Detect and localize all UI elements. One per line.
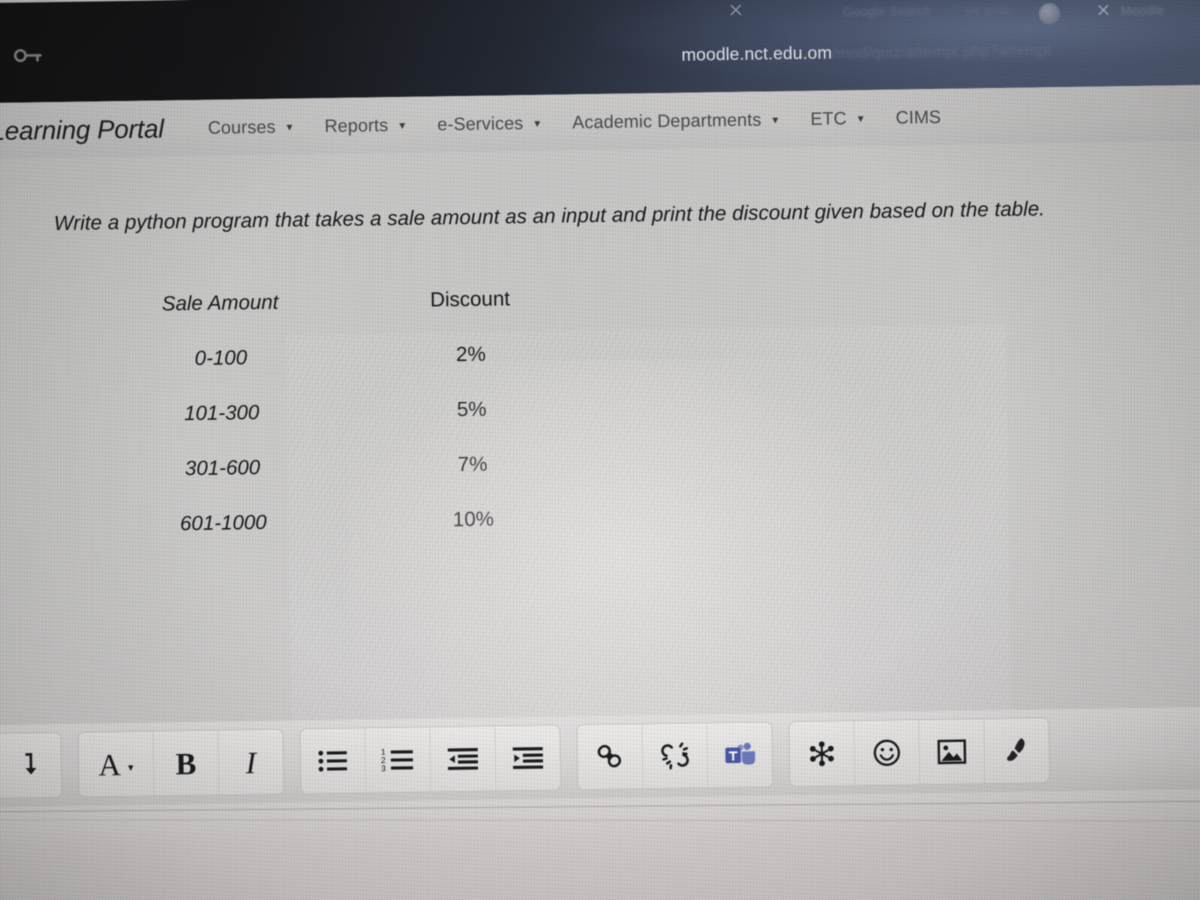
chevron-down-icon: ▼ — [397, 120, 408, 132]
nav-item-courses[interactable]: Courses ▼ — [208, 116, 295, 138]
chevron-down-icon: ▼ — [770, 114, 781, 126]
photo-of-screen: plus-icon Google Search pe pour Moodle — [0, 0, 1200, 900]
image-icon — [937, 739, 967, 765]
bold-icon: B — [175, 745, 197, 781]
bold-button[interactable]: B — [153, 730, 220, 796]
key-icon[interactable] — [11, 46, 45, 65]
nav-label-cims: CIMS — [895, 106, 942, 128]
italic-icon: I — [245, 744, 257, 780]
font-style-icon: A — [98, 746, 122, 782]
question-text: Write a python program that takes a sale… — [53, 197, 1046, 236]
nav-item-e-services[interactable]: e-Services ▼ — [437, 112, 542, 135]
nav-label-e-services: e-Services — [437, 112, 524, 134]
nav-label-academic-departments: Academic Departments — [572, 109, 762, 132]
cell-discount: 10% — [452, 507, 495, 532]
table-header-row: Sale Amount Discount — [55, 285, 656, 349]
quiz-question-area: Write a python program that takes a sale… — [0, 140, 1200, 895]
bulleted-list-button[interactable] — [300, 728, 367, 794]
table-row: 301-600 7% — [57, 450, 658, 514]
tab-title-ghost[interactable]: Google Search — [843, 4, 932, 19]
equation-editor-button[interactable] — [789, 721, 856, 787]
cell-sale-amount: 601-1000 — [179, 510, 267, 536]
chevron-down-icon: ▼ — [284, 122, 295, 134]
cell-discount: 5% — [456, 397, 487, 422]
chevron-down-icon: ▾ — [127, 761, 134, 774]
screen-surface: plus-icon Google Search pe pour Moodle — [0, 0, 1200, 900]
divider — [0, 819, 1200, 822]
clear-formatting-button[interactable] — [984, 718, 1049, 783]
outdent-icon — [447, 748, 479, 770]
paintbrush-icon — [1007, 738, 1025, 761]
numbered-list-button[interactable]: 1 2 3 — [365, 727, 432, 793]
equation-snowflake-icon — [809, 741, 834, 767]
link-icon — [597, 744, 622, 768]
italic-button[interactable]: I — [218, 730, 283, 795]
insert-image-button[interactable] — [919, 719, 986, 785]
page-below-toolbar — [0, 788, 1200, 900]
address-bar[interactable]: moodle.nct.edu.om/mod/quiz/attempt.php?a… — [681, 39, 1051, 70]
nav-item-academic-departments[interactable]: Academic Departments ▼ — [572, 109, 780, 133]
nav-label-courses: Courses — [207, 116, 276, 138]
cell-sale-amount: 101-300 — [183, 401, 260, 426]
cell-discount: 2% — [455, 342, 486, 367]
indent-icon — [512, 747, 544, 770]
discount-table: Sale Amount Discount 0-100 2% 101-300 5%… — [55, 285, 659, 569]
nav-item-cims[interactable]: CIMS — [896, 106, 942, 128]
table-row: 601-1000 10% — [58, 505, 659, 569]
toolbar-group-format: A ▾ B I — [77, 728, 285, 798]
table-row: 0-100 2% — [56, 340, 657, 404]
insert-link-button[interactable] — [577, 724, 644, 790]
cell-discount: 7% — [457, 452, 488, 477]
unlink-icon — [661, 742, 689, 770]
close-icon-right[interactable] — [1097, 3, 1110, 16]
column-header-sale-amount: Sale Amount — [161, 290, 279, 316]
brand-learning-portal[interactable]: Learning Portal — [0, 113, 164, 147]
nav-label-etc: ETC — [810, 107, 847, 129]
cell-sale-amount: 0-100 — [194, 346, 248, 371]
toolbar-group-insert — [788, 717, 1051, 788]
avatar[interactable] — [1038, 3, 1061, 25]
insert-emoji-button[interactable] — [854, 720, 921, 786]
nav-label-reports: Reports — [324, 114, 389, 136]
table-row: 101-300 5% — [57, 395, 658, 459]
smiley-icon — [873, 739, 901, 766]
paragraph-style[interactable]: A ▾ — [78, 731, 155, 797]
teams-icon — [725, 742, 756, 765]
numbered-list-icon: 1 2 3 — [381, 747, 414, 773]
remove-link-button[interactable] — [642, 723, 709, 789]
show-more-buttons[interactable] — [0, 733, 61, 798]
outdent-button[interactable] — [430, 726, 497, 792]
chevron-down-icon: ▼ — [532, 118, 543, 130]
nav-item-etc[interactable]: ETC ▼ — [810, 108, 866, 130]
url-path: /mod/quiz/attempt.php?attempt — [831, 42, 1052, 63]
bulleted-list-icon — [318, 750, 348, 772]
microsoft-teams-button[interactable] — [707, 722, 772, 787]
toolbar-group-lists: 1 2 3 — [299, 724, 562, 795]
cell-sale-amount: 301-600 — [184, 456, 261, 481]
nav-item-reports[interactable]: Reports ▼ — [324, 114, 407, 136]
chevron-down-icon: ▼ — [855, 113, 866, 125]
toolbar-group-expand — [0, 732, 63, 800]
tab-label-right[interactable]: Moodle — [1121, 4, 1165, 19]
close-icon[interactable] — [729, 3, 743, 17]
tab-title-ghost-secondary[interactable]: pe pour — [966, 3, 1011, 18]
url-host: moodle.nct.edu.om — [681, 42, 833, 65]
column-header-discount: Discount — [430, 287, 511, 312]
indent-button[interactable] — [495, 726, 560, 791]
toolbar-group-links — [576, 721, 774, 791]
svg-text:3: 3 — [381, 763, 386, 773]
